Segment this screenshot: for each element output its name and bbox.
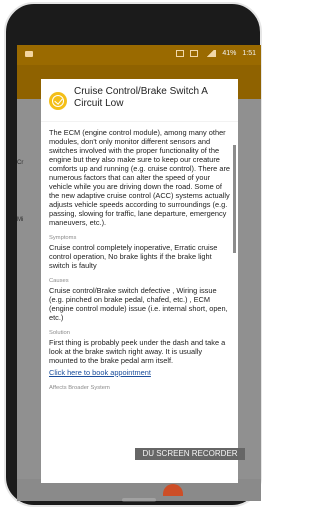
- check-icon: [52, 95, 64, 107]
- symptoms-text: Cruise control completely inoperative, E…: [49, 243, 218, 270]
- battery-label: 41%: [222, 50, 237, 57]
- signal-icon: [204, 50, 217, 57]
- status-bar: 41% 1:51: [17, 45, 261, 65]
- background-label-2: Mi: [17, 217, 24, 223]
- check-badge-icon: [49, 92, 67, 110]
- status-icons: 41% 1:51: [176, 50, 256, 57]
- phone-frame: 41% 1:51 Cr Mi Cruise Control/Brake Swit…: [4, 2, 262, 507]
- intro-text: The ECM (engine control module), among m…: [49, 128, 231, 227]
- causes-text: Cruise control/Brake switch defective , …: [49, 286, 228, 322]
- solution-text: First thing is probably peek under the d…: [49, 338, 226, 365]
- causes-label: Causes: [49, 278, 69, 284]
- book-appointment-link[interactable]: Click here to book appointment: [49, 368, 232, 377]
- affects-label: Affects Broader System: [49, 385, 110, 391]
- screen: 41% 1:51 Cr Mi Cruise Control/Brake Swit…: [17, 45, 261, 501]
- symptoms-label: Symptoms: [49, 235, 77, 241]
- info-dialog: Cruise Control/Brake Switch A Circuit Lo…: [41, 79, 238, 483]
- home-indicator: [122, 498, 156, 502]
- dialog-scrollbar[interactable]: [233, 145, 236, 253]
- dialog-header: Cruise Control/Brake Switch A Circuit Lo…: [41, 79, 238, 122]
- solution-label: Solution: [49, 330, 70, 336]
- dialog-title: Cruise Control/Brake Switch A Circuit Lo…: [74, 86, 208, 109]
- floating-action-hint: [163, 484, 183, 496]
- dialog-content[interactable]: The ECM (engine control module), among m…: [49, 128, 232, 483]
- time-label: 1:51: [242, 50, 256, 57]
- app-icon: [190, 50, 199, 57]
- screen-recorder-watermark: DU SCREEN RECORDER: [135, 448, 245, 460]
- notification-icon: [25, 51, 33, 57]
- background-label-1: Cr: [17, 160, 24, 166]
- clock-icon: [176, 50, 185, 57]
